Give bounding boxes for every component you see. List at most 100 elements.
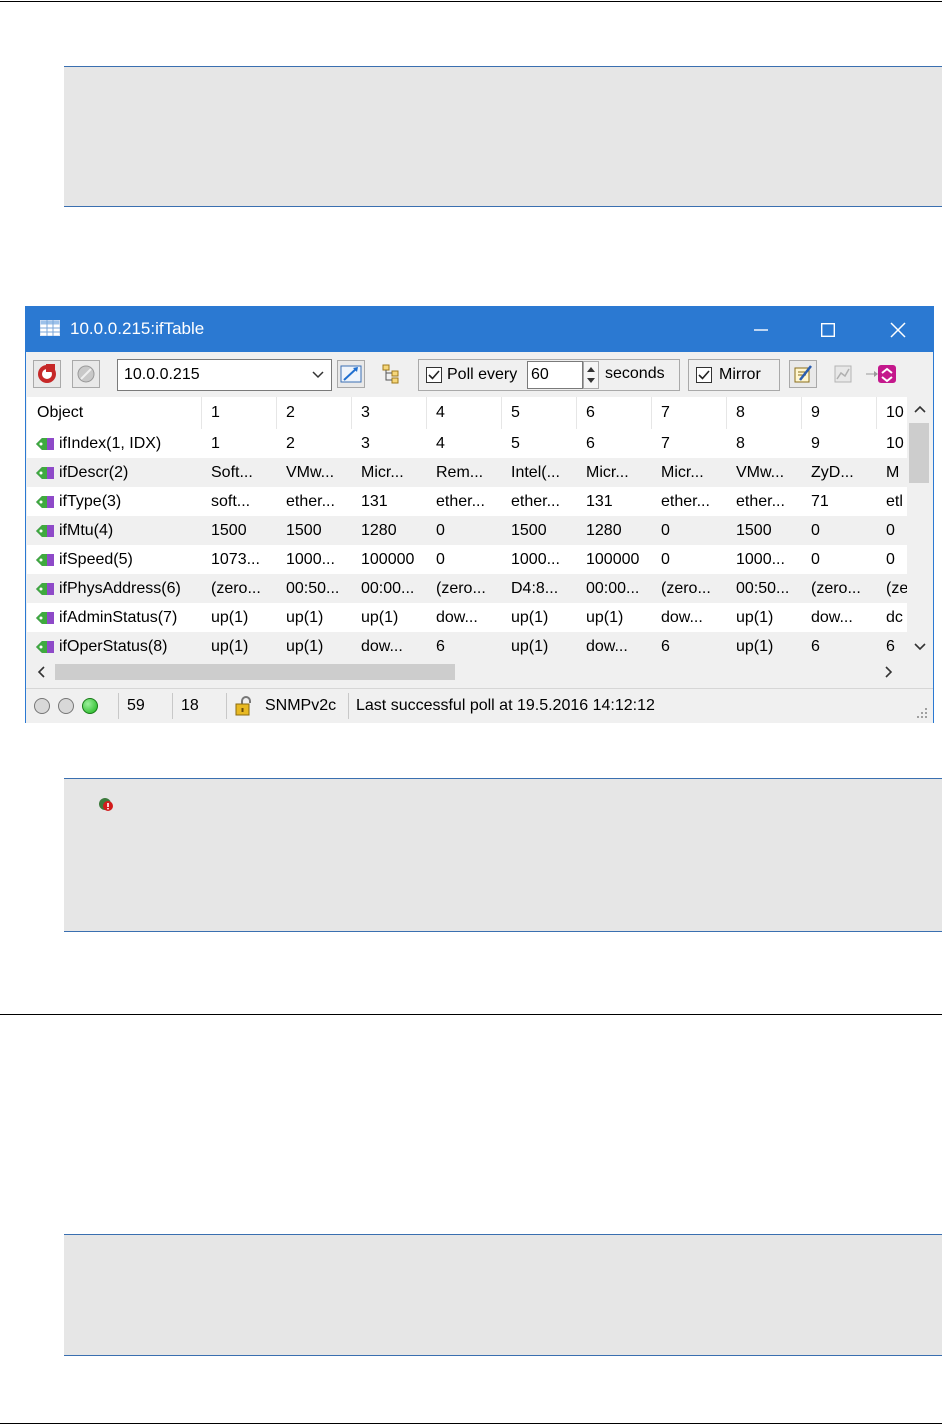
status-bar: 59 18 SNMPv2c Last successful poll at 19… — [26, 688, 933, 723]
object-name: ifAdminStatus(7) — [59, 609, 178, 626]
column-separator — [876, 397, 877, 429]
table-cell: 1500 — [211, 522, 247, 539]
object-name: ifType(3) — [59, 493, 122, 510]
table-cell: 1280 — [586, 522, 622, 539]
column-header[interactable]: 8 — [736, 397, 806, 429]
table-cell: 2 — [286, 435, 295, 452]
poll-interval-spinner[interactable] — [583, 361, 599, 389]
table-cell: etl — [886, 493, 903, 510]
table-row[interactable]: ifOperStatus(8) up(1) up(1) dow... 6 up(1) dow… — [27, 632, 907, 660]
column-header[interactable]: 4 — [436, 397, 506, 429]
mib-object-icon — [36, 640, 54, 653]
table-cell: 1500 — [511, 522, 547, 539]
table-cell: up(1) — [286, 609, 324, 626]
tree-view-button[interactable] — [378, 360, 406, 388]
column-header[interactable]: 5 — [511, 397, 581, 429]
column-header[interactable]: Object — [37, 397, 197, 429]
start-polling-button[interactable] — [33, 360, 61, 388]
note-box-3 — [64, 1234, 942, 1356]
poll-every-label: Poll every — [447, 366, 518, 383]
object-cell: ifPhysAddress(6) — [35, 574, 201, 603]
table-cell: 7 — [661, 435, 670, 452]
column-separator — [651, 397, 652, 429]
stop-icon — [77, 365, 95, 383]
table-row[interactable]: ifPhysAddress(6) (zero... 00:50... 00:00...… — [27, 574, 907, 603]
column-header[interactable]: 10 — [886, 397, 907, 429]
mib-object-icon — [36, 466, 54, 479]
table-cell: 1280 — [361, 522, 397, 539]
horizontal-scrollbar[interactable] — [27, 660, 933, 684]
minimize-button[interactable] — [729, 307, 793, 352]
open-mib-browser-button[interactable] — [337, 360, 365, 388]
mirror-checkbox[interactable] — [696, 367, 712, 383]
column-header[interactable]: 1 — [211, 397, 281, 429]
table-cell: 100000 — [586, 551, 640, 568]
spin-up-icon — [587, 367, 595, 372]
stop-polling-button[interactable] — [72, 360, 100, 388]
table-cell: 3 — [361, 435, 370, 452]
table-cell: Soft... — [211, 464, 253, 481]
table-row[interactable]: ifMtu(4) 1500 1500 1280 0 1500 1280 0 1500 0 0 — [27, 516, 907, 545]
horizontal-scroll-thumb[interactable] — [55, 664, 455, 680]
poll-interval-input[interactable]: 60 — [527, 361, 583, 389]
table-cell: 00:50... — [736, 580, 790, 597]
table-cell: 0 — [661, 551, 670, 568]
mib-browser-icon — [340, 365, 362, 383]
table-cell: 0 — [436, 551, 445, 568]
table-cell: ether... — [436, 493, 485, 510]
scroll-down-icon — [914, 643, 926, 651]
edit-button[interactable] — [789, 360, 817, 388]
status-message: Last successful poll at 19.5.2016 14:12:… — [356, 697, 655, 714]
table-cell: 6 — [661, 638, 670, 655]
table-cell: ether... — [286, 493, 335, 510]
graph-button[interactable] — [829, 360, 857, 388]
host-combobox[interactable]: 10.0.0.215 — [117, 359, 332, 391]
column-separator — [576, 397, 577, 429]
table-row[interactable]: ifDescr(2) Soft... VMw... Micr... Rem... Inte… — [27, 458, 907, 487]
graph-icon — [834, 365, 852, 383]
minimize-icon — [754, 328, 768, 331]
note-box-2 — [64, 778, 942, 932]
iftable-window: 10.0.0.215:ifTable 10.0.0.215 Poll every… — [25, 306, 934, 723]
table-row[interactable]: ifIndex(1, IDX) 1 2 3 4 5 6 7 8 9 10 — [27, 429, 907, 458]
table-cell: 9 — [811, 435, 820, 452]
vertical-scroll-thumb[interactable] — [909, 423, 929, 483]
edit-icon — [794, 365, 812, 383]
title-bar[interactable]: 10.0.0.215:ifTable — [26, 307, 933, 352]
table-cell: 0 — [886, 522, 895, 539]
table-row[interactable]: ifSpeed(5) 1073... 1000... 100000 0 1000... 10… — [27, 545, 907, 574]
checkmark-icon — [698, 370, 710, 380]
scroll-right-icon — [885, 666, 893, 678]
poll-checkbox[interactable] — [426, 367, 442, 383]
column-header[interactable]: 3 — [361, 397, 431, 429]
table-cell: up(1) — [286, 638, 324, 655]
table-cell: up(1) — [211, 638, 249, 655]
column-header[interactable]: 2 — [286, 397, 356, 429]
table-cell: 8 — [736, 435, 745, 452]
table-row[interactable]: ifAdminStatus(7) up(1) up(1) up(1) dow... up(… — [27, 603, 907, 632]
table-cell: 6 — [586, 435, 595, 452]
export-button[interactable] — [866, 360, 896, 388]
table-cell: 1500 — [286, 522, 322, 539]
resize-grip-icon[interactable] — [915, 706, 929, 720]
status-led-red — [34, 698, 50, 714]
column-header[interactable]: 7 — [661, 397, 731, 429]
table-cell: up(1) — [361, 609, 399, 626]
spin-down-icon — [587, 378, 595, 383]
status-separator — [348, 693, 349, 719]
status-protocol: SNMPv2c — [265, 697, 337, 714]
iftable-grid[interactable]: Object 1 2 3 4 5 6 7 8 9 10 ifIndex(1, I… — [27, 397, 907, 660]
table-row[interactable]: ifType(3) soft... ether... 131 ether... ether… — [27, 487, 907, 516]
column-header[interactable]: 9 — [811, 397, 881, 429]
table-cell: 0 — [811, 551, 820, 568]
host-value: 10.0.0.215 — [124, 366, 200, 383]
table-cell: 1073... — [211, 551, 260, 568]
tree-icon — [382, 364, 399, 384]
vertical-scrollbar[interactable] — [907, 397, 933, 660]
close-button[interactable] — [866, 307, 930, 352]
object-cell: ifType(3) — [35, 487, 201, 516]
table-cell: 10 — [886, 435, 904, 452]
maximize-button[interactable] — [796, 307, 860, 352]
poll-group: Poll every 60 seconds — [418, 359, 680, 391]
column-header[interactable]: 6 — [586, 397, 656, 429]
